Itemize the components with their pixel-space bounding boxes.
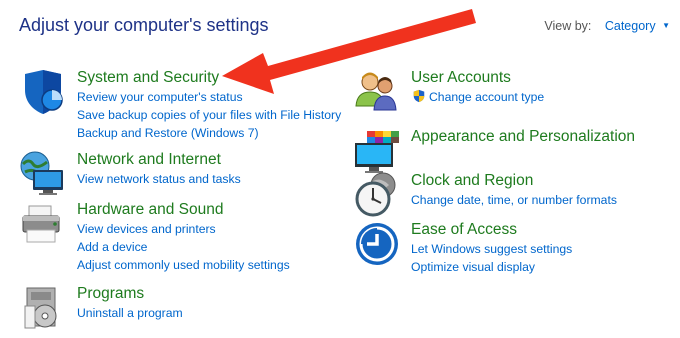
network-internet-heading[interactable]: Network and Internet <box>77 150 241 170</box>
chevron-down-icon[interactable]: ▼ <box>662 21 670 30</box>
view-by-control: View by: Category ▼ <box>544 19 670 33</box>
ease-of-access-icon <box>353 220 403 270</box>
user-accounts-heading[interactable]: User Accounts <box>411 68 544 88</box>
shield-icon <box>19 68 69 118</box>
backup-restore-link[interactable]: Backup and Restore (Windows 7) <box>77 124 341 142</box>
network-globe-icon <box>19 150 69 200</box>
clock-globe-icon <box>353 171 403 221</box>
programs-heading[interactable]: Programs <box>77 284 183 304</box>
network-status-link[interactable]: View network status and tasks <box>77 170 241 188</box>
change-account-type-label: Change account type <box>429 90 545 104</box>
view-by-dropdown[interactable]: Category <box>605 19 656 33</box>
uac-shield-icon <box>413 89 425 103</box>
programs-disc-icon <box>19 284 69 334</box>
review-status-link[interactable]: Review your computer's status <box>77 88 341 106</box>
add-device-link[interactable]: Add a device <box>77 238 290 256</box>
view-by-label: View by: <box>544 19 592 33</box>
monitor-palette-icon <box>353 127 403 177</box>
devices-printers-link[interactable]: View devices and printers <box>77 220 290 238</box>
uninstall-program-link[interactable]: Uninstall a program <box>77 304 183 322</box>
printer-icon <box>19 200 69 250</box>
optimize-display-link[interactable]: Optimize visual display <box>411 258 572 276</box>
ease-of-access-heading[interactable]: Ease of Access <box>411 220 572 240</box>
page-title: Adjust your computer's settings <box>19 15 269 35</box>
system-security-heading[interactable]: System and Security <box>77 68 341 88</box>
users-icon <box>353 68 403 118</box>
hardware-sound-heading[interactable]: Hardware and Sound <box>77 200 290 220</box>
file-history-link[interactable]: Save backup copies of your files with Fi… <box>77 106 341 124</box>
date-time-formats-link[interactable]: Change date, time, or number formats <box>411 191 617 209</box>
clock-region-heading[interactable]: Clock and Region <box>411 171 617 191</box>
change-account-type-link[interactable]: Change account type <box>411 88 544 106</box>
appearance-heading[interactable]: Appearance and Personalization <box>411 127 635 147</box>
mobility-settings-link[interactable]: Adjust commonly used mobility settings <box>77 256 290 274</box>
windows-suggest-link[interactable]: Let Windows suggest settings <box>411 240 572 258</box>
